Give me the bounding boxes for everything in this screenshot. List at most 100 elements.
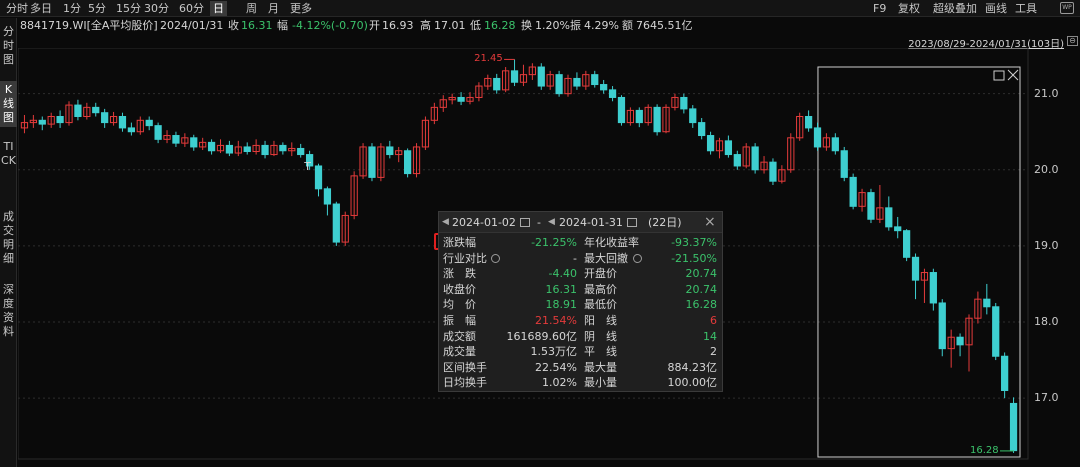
low-value: 16.28 (484, 19, 516, 32)
next-arrow-icon[interactable]: ◀ (548, 212, 555, 233)
candle-down (600, 84, 608, 91)
period-tab[interactable]: 5分 (85, 1, 109, 16)
view-tab[interactable]: 深度资料 (0, 281, 17, 341)
period-tab[interactable]: 1分 (60, 1, 84, 16)
period-tab[interactable]: 月 (265, 1, 282, 16)
candle-down (635, 109, 643, 124)
candle-down (314, 165, 323, 190)
stat-label: 区间换手 (443, 360, 487, 374)
candle-down (956, 336, 964, 346)
candle-down (38, 119, 46, 125)
candle-down (831, 137, 839, 152)
help-icon[interactable] (491, 253, 500, 263)
calendar-icon[interactable] (520, 218, 530, 227)
change-label: 幅 (277, 19, 288, 32)
view-tab[interactable]: K线图 (0, 81, 17, 127)
candle-down (154, 125, 162, 140)
stat-label: 均 价 (443, 298, 476, 312)
candle-down (279, 144, 287, 152)
candle-down (769, 161, 777, 182)
candle-down (804, 116, 813, 129)
stat-value: 22.54% (535, 360, 577, 374)
toolbar-action[interactable]: 工具 (1015, 1, 1037, 16)
stats-row: 均 价 18.91 最低价 16.28 (439, 297, 722, 313)
y-axis-tick-label: 18.0 (1034, 315, 1059, 328)
toolbar-action[interactable]: 画线 (985, 1, 1007, 16)
stat-label: 成交额 (443, 329, 476, 343)
prev-arrow-icon[interactable]: ◀ (442, 212, 449, 233)
security-name: 8841719.WI[全A平均股价] (20, 19, 158, 32)
stat-label: 最小量 (584, 376, 617, 390)
candle-down (911, 256, 920, 281)
help-icon[interactable] (633, 253, 642, 263)
period-tab[interactable]: 多日 (27, 1, 55, 16)
y-axis-tick-label: 21.0 (1034, 86, 1059, 100)
stat-label: 开盘价 (584, 267, 617, 281)
candle-down (261, 144, 269, 156)
stat-label: 振 幅 (443, 314, 476, 327)
wp-icon[interactable]: WP (1060, 2, 1074, 14)
toolbar-action[interactable]: 复权 (898, 1, 920, 16)
stat-label: 涨跌幅 (443, 236, 476, 249)
candle-down (849, 176, 857, 207)
candle-down (608, 89, 617, 98)
period-tab[interactable]: 更多 (287, 1, 315, 16)
calendar-icon[interactable] (627, 218, 637, 227)
toolbar-action[interactable]: F9 (873, 1, 886, 16)
amount-label: 额 (622, 19, 633, 32)
candle-down (938, 302, 946, 350)
stat-label: 日均换手 (443, 376, 487, 390)
candle-down (885, 207, 893, 228)
period-tab[interactable]: 周 (243, 1, 260, 16)
stat-value: 1.53万亿 (530, 345, 578, 359)
candle-down (698, 122, 706, 137)
stat-value: 6 (710, 314, 717, 327)
candle-down (74, 104, 82, 117)
candle-down (840, 150, 848, 178)
candle-down (724, 140, 733, 156)
stat-value: 884.23亿 (667, 360, 718, 374)
period-tab[interactable]: 30分 (141, 1, 172, 16)
close-icon[interactable]: × (704, 212, 716, 233)
stats-row: 区间换手 22.54% 最大量 884.23亿 (439, 360, 722, 376)
period-tab[interactable]: 60分 (176, 1, 207, 16)
range-end[interactable]: 2024-01-31 (559, 212, 623, 233)
candle-down (1001, 355, 1009, 391)
stat-value: 20.74 (685, 267, 718, 281)
maximize-icon (993, 70, 1005, 81)
max-price-annotation: 21.45 (474, 53, 503, 65)
range-separator: - (537, 216, 541, 229)
quote-date: 2024/01/31 (160, 19, 224, 32)
view-tab[interactable]: 成交明细 (0, 208, 17, 266)
low-label: 低 (470, 19, 481, 32)
period-tab[interactable]: 日 (210, 1, 227, 16)
candle-down (510, 70, 519, 83)
quote-info-bar: 8841719.WI[全A平均股价] 2024/01/31 收 16.31 幅 … (0, 18, 1080, 34)
view-tab[interactable]: 分时图 (0, 23, 17, 66)
stats-row: 日均换手 1.02% 最小量 100.00亿 (439, 375, 722, 391)
close-label: 收 (228, 19, 239, 32)
candle-down (733, 154, 741, 167)
view-tab[interactable]: TICK (0, 138, 17, 200)
candle-down (127, 127, 136, 133)
high-label: 高 (420, 19, 431, 32)
stat-value: - (573, 251, 577, 265)
candle-down (403, 150, 412, 175)
period-tab[interactable]: 15分 (113, 1, 144, 16)
stats-row: 成交额 161689.60亿阴 线 14 (439, 329, 722, 345)
stat-label: 成交量 (443, 345, 476, 359)
stat-label: 涨 跌 (443, 267, 476, 281)
interval-stats-panel: ◀ 2024-01-02 - ◀ 2024-01-31 (22日) × 涨跌幅 -… (438, 211, 723, 392)
candle-down (332, 203, 340, 243)
stat-label: 阴 线 (584, 329, 617, 343)
zoom-out-icon[interactable]: ⊖ (1067, 36, 1078, 46)
candle-down (706, 135, 715, 152)
toolbar-action[interactable]: 超级叠加 (933, 1, 977, 16)
range-start[interactable]: 2024-01-02 (452, 212, 516, 233)
candle-down (457, 96, 465, 102)
y-axis-tick-label: 19.0 (1034, 238, 1059, 252)
candle-down (56, 116, 64, 124)
stat-label: 最高价 (584, 282, 617, 296)
stat-label: 最大量 (584, 360, 617, 374)
stat-value: -21.25% (531, 236, 577, 249)
